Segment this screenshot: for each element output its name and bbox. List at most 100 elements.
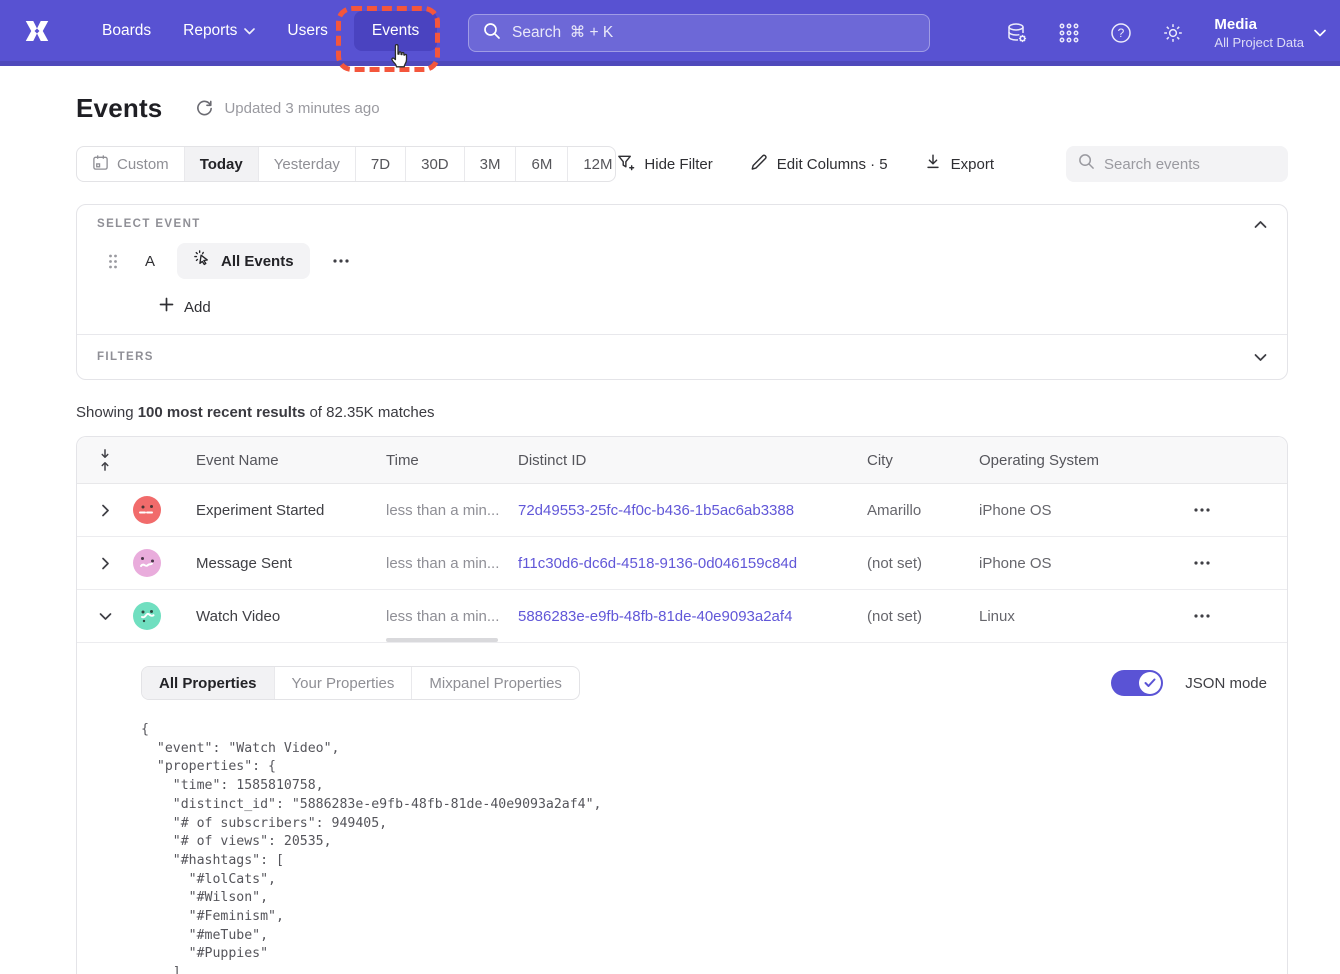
- horizontal-scrollbar-thumb[interactable]: [386, 638, 498, 642]
- city-cell: Amarillo: [867, 502, 979, 519]
- events-page: Boards Reports Users Events: [0, 0, 1340, 974]
- date-option-yesterday[interactable]: Yesterday: [259, 147, 356, 181]
- expand-row-icon[interactable]: [77, 504, 133, 517]
- column-header-os[interactable]: Operating System: [979, 452, 1117, 469]
- event-avatar: [133, 549, 161, 577]
- project-scope: All Project Data: [1214, 34, 1304, 51]
- time-cell: less than a min...: [386, 608, 518, 625]
- nav-items: Boards Reports Users Events: [86, 11, 437, 51]
- search-events-box[interactable]: [1066, 146, 1288, 182]
- nav-item-boards[interactable]: Boards: [86, 12, 167, 50]
- column-header-time[interactable]: Time: [386, 452, 518, 469]
- date-option-12m[interactable]: 12M: [568, 147, 616, 181]
- table-row[interactable]: Experiment Started less than a min... 72…: [77, 484, 1287, 537]
- event-name-cell: Experiment Started: [177, 502, 386, 519]
- all-events-sparkle-icon: [193, 249, 212, 273]
- tab-mixpanel-properties[interactable]: Mixpanel Properties: [412, 667, 579, 699]
- drag-handle-icon[interactable]: [107, 253, 119, 270]
- date-range-control: Custom Today Yesterday 7D 30D 3M 6M 12M: [76, 146, 616, 182]
- event-name-cell: Watch Video: [177, 608, 386, 625]
- column-header-city[interactable]: City: [867, 452, 979, 469]
- date-option-30d[interactable]: 30D: [406, 147, 465, 181]
- distinct-id-link[interactable]: 5886283e-e9fb-48fb-81de-40e9093a2af4: [518, 608, 867, 625]
- expand-filters-icon[interactable]: [1254, 353, 1267, 362]
- event-row-more-icon[interactable]: [328, 254, 354, 268]
- search-events-input[interactable]: [1104, 156, 1303, 173]
- distinct-id-link[interactable]: 72d49553-25fc-4f0c-b436-1b5ac6ab3388: [518, 502, 867, 519]
- column-header-event-name[interactable]: Event Name: [177, 452, 386, 469]
- results-summary: Showing 100 most recent results of 82.35…: [76, 404, 1288, 421]
- nav-item-label: Boards: [102, 22, 151, 40]
- json-mode-label: JSON mode: [1185, 675, 1267, 692]
- time-cell: less than a min...: [386, 555, 518, 572]
- mixpanel-logo-icon[interactable]: [20, 14, 54, 48]
- event-selector-pill[interactable]: All Events: [177, 243, 310, 279]
- query-builder-panel: SELECT EVENT A: [76, 204, 1288, 380]
- event-detail-panel: All Properties Your Properties Mixpanel …: [77, 643, 1287, 974]
- edit-columns-button[interactable]: Edit Columns · 5: [749, 153, 888, 176]
- distinct-id-link[interactable]: f11c30d6-dc6d-4518-9136-0d046159c84d: [518, 555, 867, 572]
- help-icon[interactable]: ?: [1102, 14, 1140, 52]
- hide-filter-button[interactable]: Hide Filter: [616, 153, 712, 176]
- city-cell: (not set): [867, 608, 979, 625]
- nav-item-label: Events: [372, 22, 419, 40]
- query-row-letter: A: [145, 253, 155, 270]
- event-avatar: [133, 602, 161, 630]
- date-option-today[interactable]: Today: [185, 147, 259, 181]
- data-management-icon[interactable]: [998, 14, 1036, 52]
- nav-item-users[interactable]: Users: [271, 12, 343, 50]
- global-search[interactable]: [468, 14, 930, 52]
- collapse-row-icon[interactable]: [77, 610, 133, 623]
- selected-event-name: All Events: [221, 253, 294, 270]
- date-option-7d[interactable]: 7D: [356, 147, 406, 181]
- refresh-icon[interactable]: [192, 96, 216, 120]
- nav-item-reports[interactable]: Reports: [167, 12, 271, 50]
- project-selector[interactable]: Media All Project Data: [1214, 15, 1326, 51]
- nav-item-events[interactable]: Events: [354, 11, 437, 51]
- os-cell: iPhone OS: [979, 555, 1117, 572]
- event-query-row: A All Events: [107, 243, 1267, 279]
- os-cell: iPhone OS: [979, 502, 1117, 519]
- row-more-icon[interactable]: [1117, 554, 1287, 572]
- toggle-knob: [1139, 672, 1161, 694]
- nav-item-label: Reports: [183, 22, 237, 40]
- expand-row-icon[interactable]: [77, 557, 133, 570]
- tab-your-properties[interactable]: Your Properties: [275, 667, 413, 699]
- nav-right-actions: ? Media All Project Data: [998, 0, 1326, 66]
- search-icon: [483, 22, 501, 45]
- sort-order-icon[interactable]: [77, 448, 133, 472]
- export-button[interactable]: Export: [924, 153, 994, 175]
- calendar-icon: [92, 154, 109, 175]
- date-option-custom[interactable]: Custom: [77, 147, 185, 181]
- chevron-down-icon: [1314, 24, 1326, 42]
- json-mode-toggle[interactable]: [1111, 670, 1163, 696]
- row-more-icon[interactable]: [1117, 607, 1287, 625]
- row-more-icon[interactable]: [1117, 501, 1287, 519]
- project-name: Media: [1214, 15, 1304, 34]
- main-content: Events Updated 3 minutes ago: [0, 92, 1340, 974]
- filter-funnel-icon: [616, 153, 635, 176]
- time-cell: less than a min...: [386, 502, 518, 519]
- column-header-distinct-id[interactable]: Distinct ID: [518, 452, 867, 469]
- table-row[interactable]: Watch Video less than a min... 5886283e-…: [77, 590, 1287, 643]
- date-option-3m[interactable]: 3M: [465, 147, 517, 181]
- updated-timestamp: Updated 3 minutes ago: [224, 100, 379, 117]
- plus-icon: [159, 297, 174, 317]
- add-event-button[interactable]: Add: [159, 295, 211, 319]
- event-name-cell: Message Sent: [177, 555, 386, 572]
- events-table: Event Name Time Distinct ID City Operati…: [76, 436, 1288, 974]
- table-row[interactable]: Message Sent less than a min... f11c30d6…: [77, 537, 1287, 590]
- tab-all-properties[interactable]: All Properties: [142, 667, 275, 699]
- search-icon: [1078, 153, 1095, 175]
- select-event-label: SELECT EVENT: [97, 218, 201, 230]
- apps-grid-icon[interactable]: [1050, 14, 1088, 52]
- collapse-section-icon[interactable]: [1254, 220, 1267, 229]
- download-icon: [924, 153, 942, 175]
- os-cell: Linux: [979, 608, 1117, 625]
- filters-label: FILTERS: [97, 351, 154, 363]
- settings-gear-icon[interactable]: [1154, 14, 1192, 52]
- date-option-6m[interactable]: 6M: [516, 147, 568, 181]
- event-avatar: [133, 496, 161, 524]
- pencil-icon: [749, 153, 768, 176]
- global-search-input[interactable]: [512, 24, 915, 42]
